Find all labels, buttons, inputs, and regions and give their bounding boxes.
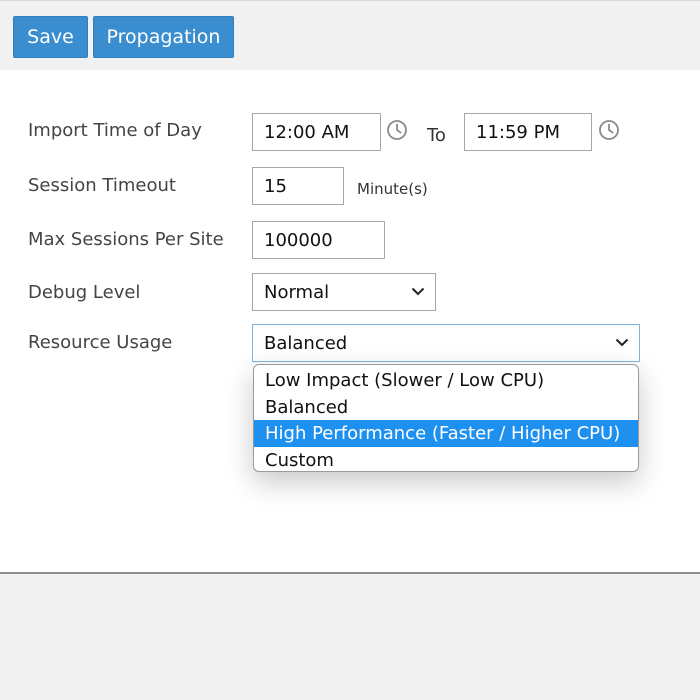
debug-level-value: Normal bbox=[264, 281, 330, 303]
panel-divider bbox=[0, 572, 700, 574]
debug-level-select[interactable]: Normal bbox=[252, 273, 436, 311]
propagation-button[interactable]: Propagation bbox=[93, 16, 234, 58]
toolbar: Save Propagation bbox=[0, 0, 700, 70]
import-time-label: Import Time of Day bbox=[28, 120, 202, 141]
resource-usage-value: Balanced bbox=[264, 332, 348, 354]
resource-usage-select[interactable]: Balanced bbox=[252, 324, 640, 362]
chevron-down-icon bbox=[615, 338, 629, 347]
resource-usage-label: Resource Usage bbox=[28, 332, 173, 353]
clock-icon[interactable] bbox=[598, 119, 620, 141]
session-timeout-label: Session Timeout bbox=[28, 175, 176, 196]
import-end-time-input[interactable]: 11:59 PM bbox=[464, 113, 592, 151]
minutes-unit-label: Minute(s) bbox=[357, 180, 428, 198]
session-timeout-input[interactable]: 15 bbox=[252, 167, 344, 205]
max-sessions-input[interactable]: 100000 bbox=[252, 221, 385, 259]
clock-icon[interactable] bbox=[386, 119, 408, 141]
to-label: To bbox=[427, 125, 446, 146]
dropdown-option-balanced[interactable]: Balanced bbox=[254, 394, 638, 421]
save-button[interactable]: Save bbox=[13, 16, 88, 58]
debug-level-label: Debug Level bbox=[28, 282, 141, 303]
dropdown-option-custom[interactable]: Custom bbox=[254, 447, 638, 471]
import-start-time-input[interactable]: 12:00 AM bbox=[252, 113, 381, 151]
dropdown-option-low-impact[interactable]: Low Impact (Slower / Low CPU) bbox=[254, 367, 638, 394]
max-sessions-label: Max Sessions Per Site bbox=[28, 229, 224, 250]
resource-usage-dropdown: Low Impact (Slower / Low CPU) Balanced H… bbox=[253, 364, 639, 472]
chevron-down-icon bbox=[411, 287, 425, 296]
settings-page: Save Propagation Import Time of Day 12:0… bbox=[0, 0, 700, 700]
dropdown-option-high-performance[interactable]: High Performance (Faster / Higher CPU) bbox=[254, 420, 638, 447]
